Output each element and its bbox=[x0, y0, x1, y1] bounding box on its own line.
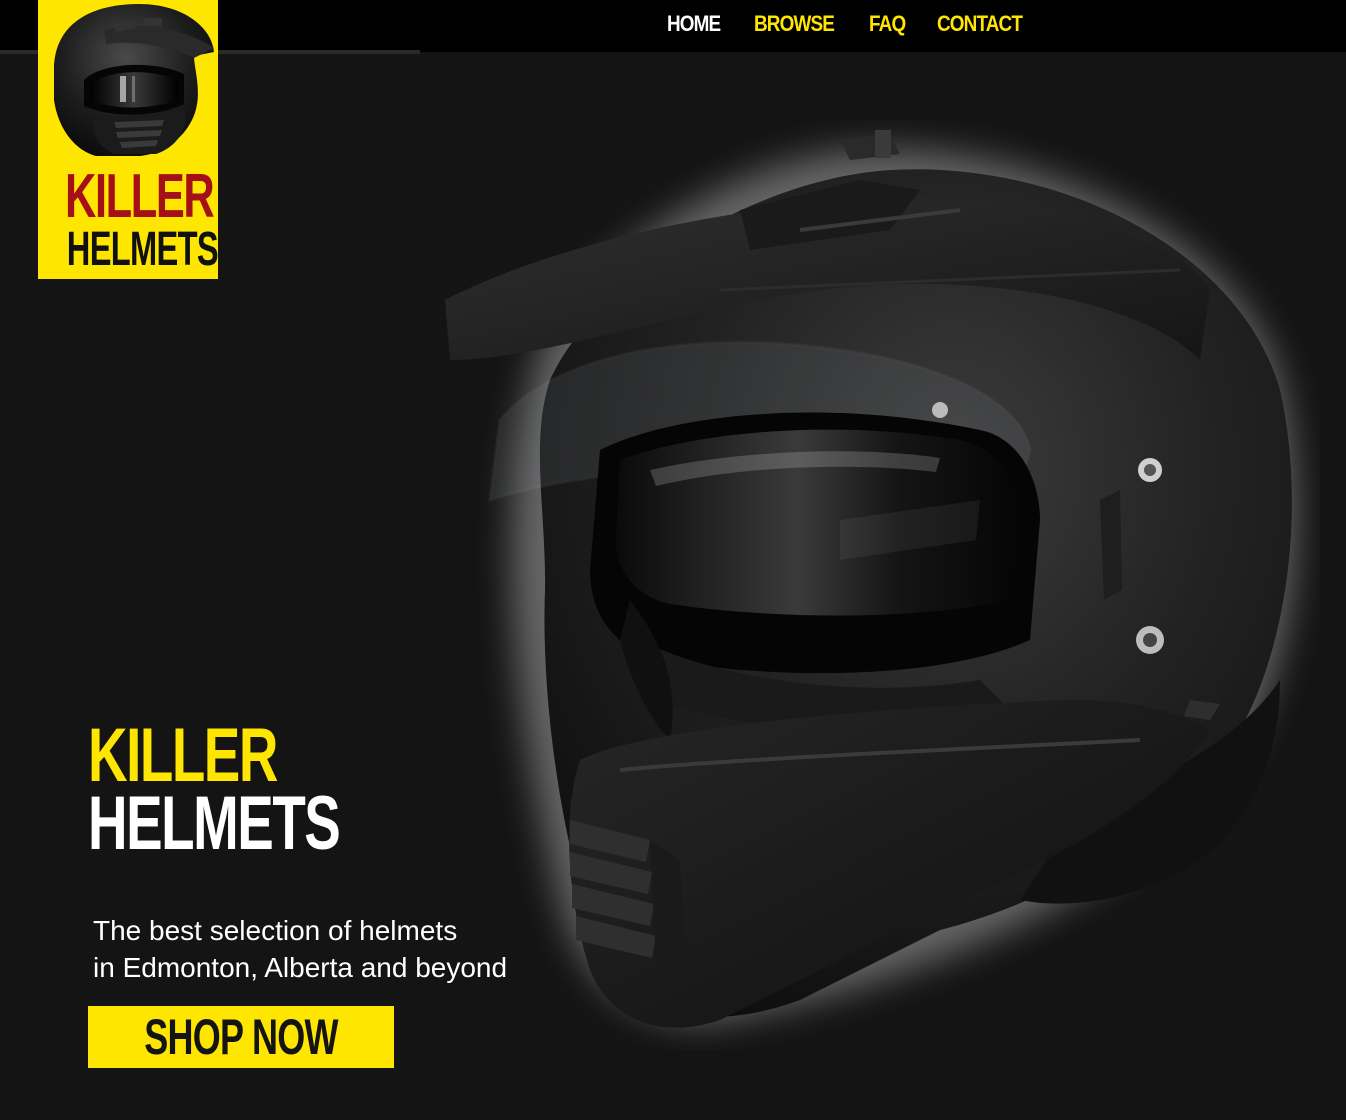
site-logo[interactable]: KILLER HELMETS bbox=[38, 0, 218, 279]
nav-browse-link[interactable]: BROWSE bbox=[754, 10, 835, 38]
hero-helmet-image bbox=[445, 130, 1296, 1028]
hero-tagline: The best selection of helmets in Edmonto… bbox=[93, 912, 507, 986]
nav-faq-link[interactable]: FAQ bbox=[869, 10, 906, 38]
nav-contact-link[interactable]: CONTACT bbox=[937, 10, 1023, 38]
shop-now-label: SHOP NOW bbox=[144, 1009, 338, 1065]
nav-home-link[interactable]: HOME bbox=[667, 10, 721, 38]
tagline-line-2: in Edmonton, Alberta and beyond bbox=[93, 952, 508, 983]
logo-line-helmets: HELMETS bbox=[66, 223, 218, 276]
helmet-icon bbox=[54, 4, 214, 156]
tagline-line-1: The best selection of helmets bbox=[93, 915, 458, 946]
hero-headline-helmets: HELMETS bbox=[88, 781, 341, 866]
logo-line-killer: KILLER bbox=[65, 162, 215, 231]
shop-now-button[interactable]: SHOP NOW bbox=[88, 1006, 394, 1068]
